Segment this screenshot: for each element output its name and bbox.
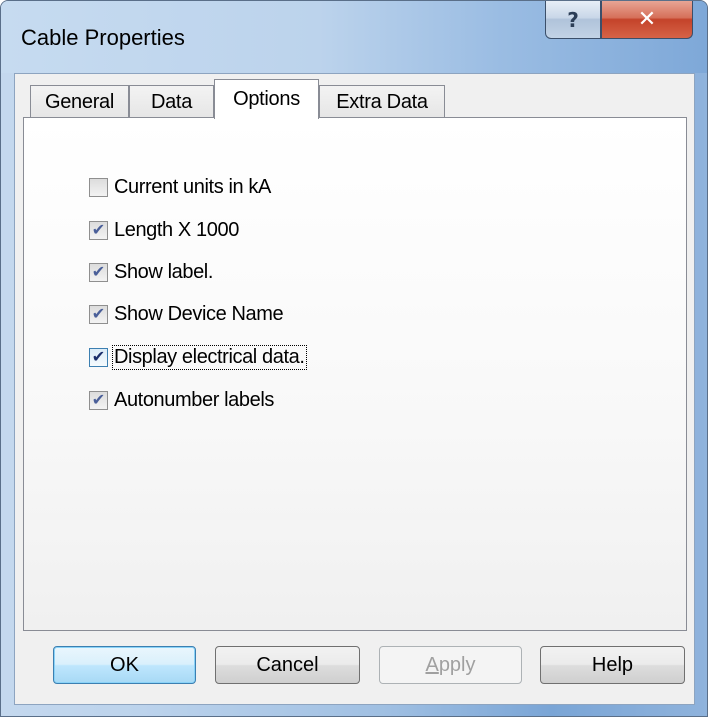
option-label: Autonumber labels: [114, 388, 274, 411]
window-title: Cable Properties: [21, 25, 185, 50]
close-icon: ✕: [637, 7, 657, 32]
apply-mnemonic: A: [425, 653, 439, 676]
option-length-x-1000[interactable]: ✔ Length X 1000: [89, 217, 240, 243]
checkmark-icon: ✔: [91, 220, 106, 239]
tab-data[interactable]: Data: [129, 85, 214, 119]
option-label: Show Device Name: [114, 302, 284, 325]
tab-label: Extra Data: [336, 91, 428, 113]
checkbox-checked[interactable]: ✔: [89, 390, 108, 410]
question-mark-icon: ?: [567, 7, 579, 32]
help-button[interactable]: Help: [540, 646, 685, 684]
option-label: Current units in kA: [114, 175, 271, 198]
tab-options[interactable]: Options: [214, 79, 319, 119]
checkmark-icon: ✔: [91, 390, 106, 409]
checkmark-icon: ✔: [91, 304, 106, 323]
option-label: Display electrical data.: [112, 344, 307, 370]
help-caption-button[interactable]: ?: [545, 1, 601, 39]
checkbox-checked[interactable]: ✔: [89, 347, 108, 367]
option-show-label[interactable]: ✔ Show label.: [89, 259, 214, 285]
cable-properties-dialog: Cable Properties ? ✕ General Data Option…: [0, 0, 708, 717]
checkmark-icon: ✔: [91, 347, 106, 366]
option-show-device-name[interactable]: ✔ Show Device Name: [89, 301, 284, 327]
checkbox-checked[interactable]: ✔: [89, 304, 108, 324]
checkbox[interactable]: [89, 177, 108, 197]
cancel-button-label: Cancel: [256, 653, 319, 676]
checkbox-checked[interactable]: ✔: [89, 220, 108, 240]
option-display-electrical-data[interactable]: ✔ Display electrical data.: [89, 344, 307, 370]
option-label: Length X 1000: [114, 218, 239, 241]
tab-label: Options: [233, 88, 300, 110]
option-label: Show label.: [114, 260, 213, 283]
apply-button[interactable]: Apply: [379, 646, 522, 684]
tab-general[interactable]: General: [30, 85, 129, 119]
tab-label: Data: [150, 91, 193, 113]
tab-extra-data[interactable]: Extra Data: [319, 85, 445, 119]
ok-button-label: OK: [110, 653, 139, 676]
close-caption-button[interactable]: ✕: [601, 1, 693, 39]
ok-button[interactable]: OK: [53, 646, 196, 684]
option-current-units-in-ka[interactable]: Current units in kA: [89, 174, 272, 200]
apply-button-label: Apply: [425, 654, 475, 677]
cancel-button[interactable]: Cancel: [215, 646, 360, 684]
option-autonumber-labels[interactable]: ✔ Autonumber labels: [89, 387, 275, 413]
tab-label: General: [44, 91, 115, 113]
help-button-label: Help: [591, 653, 634, 676]
checkmark-icon: ✔: [91, 262, 106, 281]
checkbox-checked[interactable]: ✔: [89, 262, 108, 282]
apply-label-rest: pply: [438, 653, 476, 676]
